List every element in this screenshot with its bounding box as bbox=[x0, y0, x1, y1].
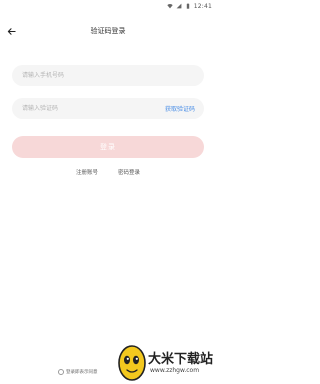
code-field: 获取验证码 bbox=[12, 98, 204, 119]
egg-mascot-icon bbox=[118, 345, 146, 381]
header: 验证码登录 bbox=[0, 20, 216, 42]
code-input[interactable] bbox=[22, 98, 152, 119]
get-code-button[interactable]: 获取验证码 bbox=[165, 104, 195, 113]
phone-field bbox=[12, 65, 204, 86]
phone-input[interactable] bbox=[22, 65, 152, 86]
wifi-icon bbox=[167, 4, 173, 9]
login-button[interactable]: 登录 bbox=[12, 136, 204, 158]
watermark-title: 大米下载站 bbox=[148, 352, 214, 367]
status-icons: 12:41 bbox=[167, 1, 212, 11]
battery-icon bbox=[186, 3, 189, 9]
agreement-checkbox[interactable] bbox=[58, 369, 64, 375]
status-time: 12:41 bbox=[193, 2, 212, 10]
password-login-link[interactable]: 密码登录 bbox=[118, 168, 140, 178]
watermark-url: www.zzhgw.com bbox=[150, 367, 200, 374]
agreement-text: 登录即表示同意 bbox=[66, 370, 98, 375]
register-link[interactable]: 注册账号 bbox=[76, 168, 98, 178]
signal-icon bbox=[176, 3, 182, 9]
agreement: 登录即表示同意 bbox=[58, 368, 98, 376]
watermark: 大米下载站 www.zzhgw.com bbox=[110, 340, 216, 384]
secondary-links: 注册账号 密码登录 bbox=[0, 168, 216, 178]
status-bar: 12:41 bbox=[0, 0, 216, 12]
page-title: 验证码登录 bbox=[90, 27, 126, 35]
